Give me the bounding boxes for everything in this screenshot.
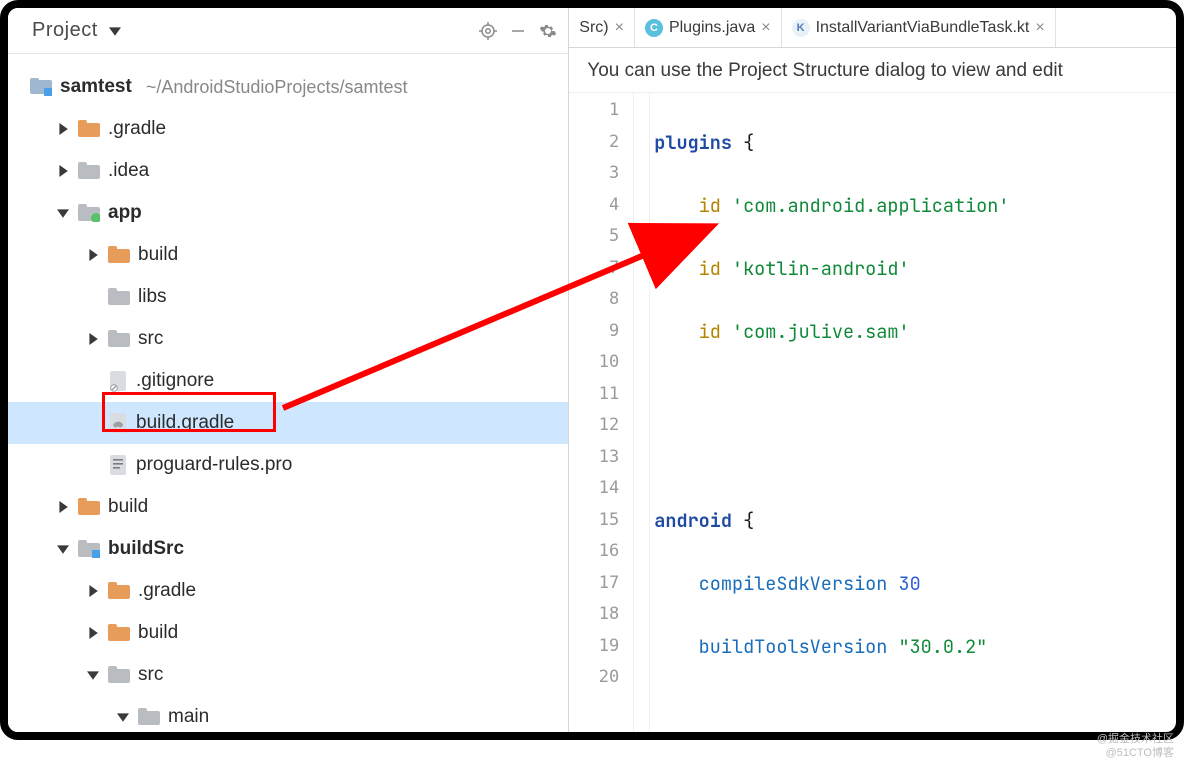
folder-icon (108, 624, 130, 642)
kotlin-file-icon: K (792, 19, 810, 37)
chevron-right-icon (86, 584, 100, 598)
tree-item-buildsrc[interactable]: buildSrc (8, 528, 568, 570)
tree-item-app-libs[interactable]: libs (8, 276, 568, 318)
tree-item-build[interactable]: build (8, 486, 568, 528)
collapse-all-icon[interactable] (508, 21, 528, 41)
folder-icon (78, 120, 100, 138)
folder-icon (138, 708, 160, 726)
chevron-down-icon (116, 710, 130, 724)
tree-item-gitignore[interactable]: .gitignore (8, 360, 568, 402)
chevron-down-icon[interactable] (108, 24, 122, 38)
line-gutter: 123457891011121314151617181920 (569, 93, 634, 732)
text-file-icon (108, 454, 128, 476)
tree-item-build-gradle[interactable]: build.gradle (8, 402, 568, 444)
project-structure-hint[interactable]: You can use the Project Structure dialog… (569, 48, 1176, 93)
tree-item-gradle[interactable]: .gradle (8, 108, 568, 150)
close-icon[interactable]: × (761, 19, 770, 37)
tree-item-app[interactable]: app (8, 192, 568, 234)
chevron-down-icon (86, 668, 100, 682)
folder-icon (108, 582, 130, 600)
tree-item-app-src[interactable]: src (8, 318, 568, 360)
tree-item-bs-src[interactable]: src (8, 654, 568, 696)
module-folder-icon (78, 540, 100, 558)
code-content[interactable]: plugins { id 'com.android.application' i… (650, 93, 1176, 732)
module-icon (30, 78, 52, 96)
target-icon[interactable] (478, 21, 498, 41)
folder-icon (78, 162, 100, 180)
folder-icon (108, 666, 130, 684)
chevron-right-icon (86, 332, 100, 346)
root-name: samtest (60, 76, 132, 98)
java-class-icon: C (645, 19, 663, 37)
tree-item-bs-gradle[interactable]: .gradle (8, 570, 568, 612)
folder-icon (108, 246, 130, 264)
file-icon (108, 370, 128, 392)
folder-icon (78, 498, 100, 516)
fold-column[interactable] (634, 93, 650, 732)
project-tool-window: Project samtest ~/AndroidStudioProjec (8, 8, 569, 732)
tree-root[interactable]: samtest ~/AndroidStudioProjects/samtest (8, 66, 568, 108)
folder-icon (108, 330, 130, 348)
editor-panel: Src) × C Plugins.java × K InstallVariant… (569, 8, 1176, 732)
tree-item-bs-build[interactable]: build (8, 612, 568, 654)
gear-icon[interactable] (538, 21, 558, 41)
project-tree[interactable]: samtest ~/AndroidStudioProjects/samtest … (8, 54, 568, 732)
project-tool-header: Project (8, 8, 568, 54)
editor-tabs: Src) × C Plugins.java × K InstallVariant… (569, 8, 1176, 48)
root-path: ~/AndroidStudioProjects/samtest (146, 77, 408, 98)
tab-plugins-java[interactable]: C Plugins.java × (635, 8, 782, 47)
chevron-right-icon (86, 248, 100, 262)
chevron-down-icon (56, 206, 70, 220)
chevron-right-icon (56, 164, 70, 178)
chevron-right-icon (56, 122, 70, 136)
chevron-down-icon (56, 542, 70, 556)
tree-item-idea[interactable]: .idea (8, 150, 568, 192)
tab-installvariant-kt[interactable]: K InstallVariantViaBundleTask.kt × (782, 8, 1056, 47)
tree-item-proguard[interactable]: proguard-rules.pro (8, 444, 568, 486)
annotation-highlight-box (102, 392, 276, 432)
tool-window-title[interactable]: Project (32, 19, 98, 42)
tab-src[interactable]: Src) × (569, 8, 635, 47)
close-icon[interactable]: × (1035, 19, 1044, 37)
chevron-right-icon (56, 500, 70, 514)
tree-item-bs-main[interactable]: main (8, 696, 568, 732)
close-icon[interactable]: × (615, 19, 624, 37)
code-editor[interactable]: 123457891011121314151617181920 plugins {… (569, 93, 1176, 732)
folder-icon (108, 288, 130, 306)
tree-item-app-build[interactable]: build (8, 234, 568, 276)
watermark: @掘金技术社区 @51CTO博客 (1097, 732, 1174, 760)
module-folder-icon (78, 204, 100, 222)
chevron-right-icon (86, 626, 100, 640)
